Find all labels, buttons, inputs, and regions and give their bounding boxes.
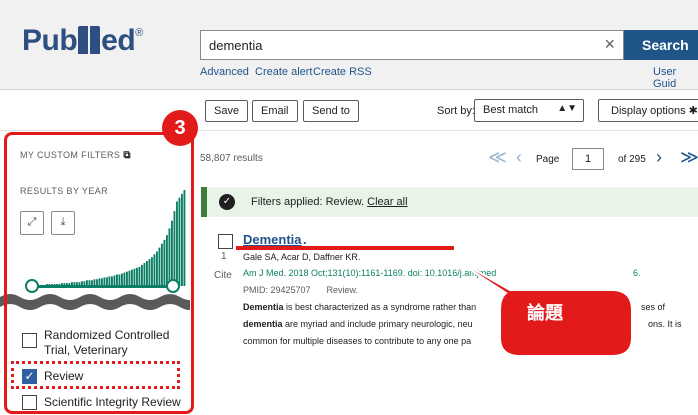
clear-icon[interactable]: × xyxy=(604,34,615,55)
result-pmid-value: PMID: 29425707 xyxy=(243,285,311,295)
send-to-button[interactable]: Send to xyxy=(303,100,359,122)
result-article-type: Review. xyxy=(326,285,359,295)
search-button[interactable]: Search xyxy=(624,30,698,60)
previous-page-icon[interactable]: ‹ xyxy=(516,147,522,168)
result-title-link[interactable]: Dementia xyxy=(243,232,302,247)
sort-select-value: Best match xyxy=(483,104,539,116)
result-select-checkbox[interactable] xyxy=(218,234,233,249)
gear-icon: ✱ xyxy=(688,105,698,117)
user-guide-link[interactable]: User Guid xyxy=(653,66,698,90)
last-page-icon[interactable]: ≫ xyxy=(680,147,698,168)
snippet-highlight-2: dementia xyxy=(243,319,283,329)
display-options-label: Display options xyxy=(611,105,686,117)
filters-applied-banner: ✓ Filters applied: Review. Clear all xyxy=(201,187,698,217)
sort-select[interactable]: Best match ▲▼ xyxy=(474,99,584,122)
search-input-value: dementia xyxy=(209,38,263,53)
results-count: 58,807 results xyxy=(200,153,263,164)
callout-label: 論題 xyxy=(527,303,563,323)
page-number-input[interactable]: 1 xyxy=(572,148,604,170)
result-snippet-line2-tail: ons. It is xyxy=(648,319,682,329)
highlight-box-review-filter xyxy=(11,361,180,389)
sort-label: Sort by: xyxy=(437,105,475,117)
step-number-badge: 3 xyxy=(162,110,198,146)
updown-arrow-icon: ▲▼ xyxy=(557,103,577,114)
filters-applied-text: Filters applied: Review. Clear all xyxy=(251,196,408,208)
checkmark-circle-icon: ✓ xyxy=(219,194,235,210)
advanced-link[interactable]: Advanced xyxy=(200,66,249,78)
display-options-button[interactable]: Display options ✱ xyxy=(598,99,698,122)
result-pmid: PMID: 29425707 Review. xyxy=(243,285,358,295)
title-underline-annotation xyxy=(236,246,454,250)
email-button[interactable]: Email xyxy=(252,100,298,122)
logo-text-ed: ed xyxy=(101,24,136,57)
result-snippet-line2: dementia are myriad and include primary … xyxy=(243,319,473,329)
create-rss-link[interactable]: Create RSS xyxy=(313,66,372,78)
page-label: Page xyxy=(536,154,560,165)
clear-all-link[interactable]: Clear all xyxy=(367,196,407,208)
logo-text-pub: Pub xyxy=(22,24,78,57)
result-number: 1 xyxy=(221,251,227,262)
snippet-highlight-1: Dementia xyxy=(243,302,284,312)
pubmed-logo[interactable]: Pub ed® xyxy=(22,24,143,58)
search-input[interactable]: dementia × xyxy=(200,30,624,60)
result-snippet-line3: common for multiple diseases to contribu… xyxy=(243,336,472,346)
cite-button[interactable]: Cite xyxy=(214,270,232,281)
page-of-total: of 295 xyxy=(618,154,646,165)
next-page-icon[interactable]: › xyxy=(656,147,662,168)
result-authors: Gale SA, Acar D, Daffner KR. xyxy=(243,252,361,262)
book-logo-icon xyxy=(78,26,101,54)
result-snippet-line1-tail: ses of xyxy=(641,302,666,312)
filters-applied-prefix: Filters applied: Review. xyxy=(251,196,368,208)
first-page-icon[interactable]: ≪ xyxy=(488,147,507,168)
result-title-period: . xyxy=(303,232,307,247)
logo-registered: ® xyxy=(135,27,143,39)
result-title-text: Dementia xyxy=(243,232,302,247)
create-alert-link[interactable]: Create alert xyxy=(255,66,312,78)
save-button[interactable]: Save xyxy=(205,100,249,122)
